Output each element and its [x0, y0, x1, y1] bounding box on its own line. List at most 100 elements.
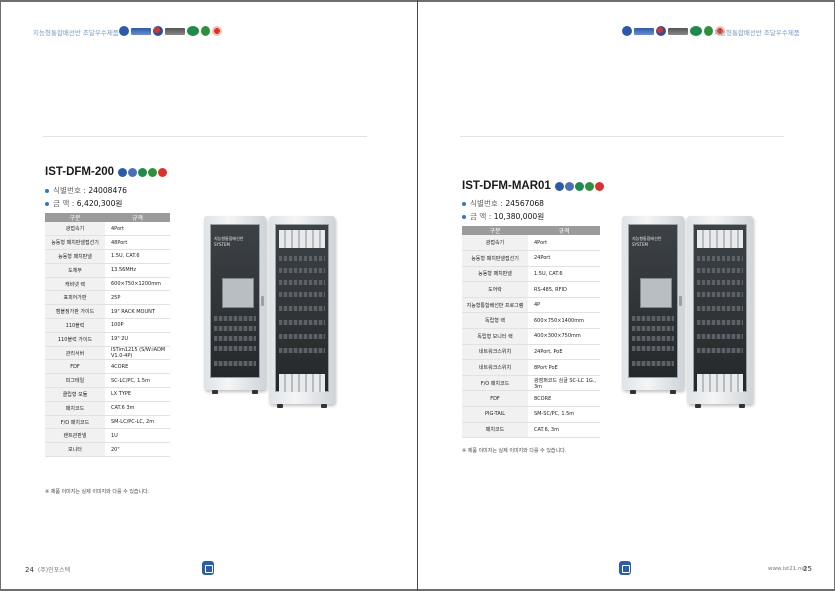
certification-logos — [119, 26, 222, 36]
spec-value: 100P — [105, 318, 170, 333]
cabinet-rack-slot — [632, 316, 674, 321]
price: 금 액 : 6,420,300원 — [45, 198, 122, 209]
cabinet-rack-slot — [697, 268, 743, 273]
spec-key: 도어락 — [462, 281, 528, 298]
cabinet-rack-slot — [214, 361, 256, 366]
spec-row: 독립형 모니터 랙 400×300×750mm — [462, 328, 600, 345]
spec-row: 패치코드 CAT.6, 3m — [462, 422, 600, 439]
door-handle-icon — [261, 296, 264, 306]
spec-row: 능동형 패치판넬 1.5U, CAT.6 — [462, 266, 600, 283]
cabinet-foot — [630, 390, 636, 394]
spec-value: 1U — [105, 428, 170, 444]
eco-logo-icon — [201, 26, 210, 36]
spec-key: 클립형 모듈 — [45, 387, 105, 402]
spec-key: 패치코드 — [45, 401, 105, 416]
header-brand-text: 지능형통합배선반 조달우수제품 — [33, 29, 119, 37]
spec-value: 19" 2U — [105, 332, 170, 347]
spec-row: 모니터 20" — [45, 442, 170, 458]
bullet-icon — [462, 201, 466, 206]
cabinet-patch-panel — [697, 230, 743, 248]
cabinet-rack-slot — [279, 292, 325, 297]
spec-key: 모니터 — [45, 442, 105, 458]
cabinet-illustration-side — [687, 216, 753, 408]
spec-key: 피그테일 — [45, 373, 105, 389]
cabinet-rack-slot — [697, 292, 743, 297]
spec-row: 지능형통합배선반 프로그램 4P — [462, 297, 600, 314]
spec-table-header: 구분 규격 — [45, 213, 170, 222]
spec-value: 4CORE — [105, 359, 170, 375]
column-header: 규격 — [528, 226, 600, 235]
cabinet-rack-slot — [697, 280, 743, 285]
product-cert-icons — [118, 167, 168, 177]
spec-row: 능동형 패치판넬 1.5U, CAT.6 — [45, 249, 170, 264]
spec-value: LX TYPE — [105, 387, 170, 402]
cert-badge-icon — [554, 181, 564, 191]
spec-key: 광접속기 — [462, 235, 528, 252]
spec-value: SM-SC/PC, 1.5m — [528, 406, 600, 423]
cabinet-foot — [252, 390, 258, 394]
spec-row: 광접속기 4Port — [462, 235, 600, 252]
id-label: 식별번호 : — [53, 186, 86, 195]
column-header: 규격 — [105, 213, 170, 222]
spec-value: 24Port, PoE — [528, 344, 600, 361]
spec-key: 관리서버 — [45, 346, 105, 361]
id-value: 24567068 — [505, 199, 544, 208]
product-name: IST-DFM-200 — [45, 166, 115, 178]
spec-key: F/O 패치코드 — [45, 415, 105, 430]
spec-key: 네트워크스위치 — [462, 344, 528, 361]
spec-row: 110블럭 100P — [45, 318, 170, 333]
cabinet-rack-slot — [279, 268, 325, 273]
spec-value: RS-485, RFID — [528, 281, 600, 298]
left-page: 지능형통합배선반 조달우수제품 IST-DFM-200 식별번호 : 24008… — [1, 2, 417, 589]
cabinet-rack-slot — [632, 326, 674, 331]
cabinet-foot — [321, 404, 327, 408]
company-logo-icon — [202, 561, 214, 575]
cabinet-rack-slot — [632, 336, 674, 341]
spec-value: 20" — [105, 442, 170, 458]
identification-number: 식별번호 : 24008476 — [45, 185, 127, 196]
cabinet-rack-slot — [279, 306, 325, 311]
cert-badge-icon — [158, 167, 168, 177]
id-value: 24008476 — [88, 186, 127, 195]
spec-row: FDF 4CORE — [45, 359, 170, 375]
cabinet-rack-slot — [632, 346, 674, 351]
cabinet-patch-panel — [279, 230, 325, 248]
spec-value: 8Port PoE — [528, 359, 600, 376]
spec-row: 광접속기 4Port — [45, 222, 170, 237]
certification-logo-icon — [622, 26, 632, 36]
certification-logos — [622, 26, 725, 36]
cabinet-rack-slot — [279, 320, 325, 325]
spec-key: 표피어가판 — [45, 290, 105, 306]
spec-key: 네트워크스위치 — [462, 359, 528, 376]
korea-government-logo-icon — [153, 26, 163, 36]
certification-mark-icon — [668, 27, 688, 35]
spec-row: PIG-TAIL SM-SC/PC, 1.5m — [462, 406, 600, 423]
spec-key: 캠블정가판 가이드 — [45, 304, 105, 320]
cabinet-rack-slot — [279, 256, 325, 261]
spec-row: 랜트관판넬 1U — [45, 428, 170, 444]
spec-key: FDF — [462, 390, 528, 408]
spec-row: FDF 8CORE — [462, 390, 600, 408]
spec-value: 48Port — [105, 235, 170, 251]
cabinet-foot — [277, 404, 283, 408]
spec-key: 능동형 패치판넬접선기 — [462, 250, 528, 267]
spec-key: 능동형 패치판넬 — [45, 249, 105, 264]
spec-row: 표피어가판 25P — [45, 290, 170, 306]
spec-key: 지능형통합배선반 프로그램 — [462, 297, 528, 314]
spec-key: PIG-TAIL — [462, 406, 528, 423]
price-value: 10,380,000원 — [493, 212, 545, 221]
cabinet-label: 지능형통합배선반 SYSTEM — [214, 236, 243, 247]
spec-value: 광점퍼코드 심글 SC-LC 1G., 3m — [528, 375, 600, 392]
spec-value: CAT.6 3m — [105, 401, 170, 416]
spec-row: 도어락 RS-485, RFID — [462, 281, 600, 298]
spec-value: 8CORE — [528, 390, 600, 408]
page-number: 24 (주)인포스텍 — [25, 565, 70, 574]
spec-table: 구분 규격 광접속기 4Port 능동형 패치판넬접선기 24Port 능동형 패치판넬… — [462, 226, 600, 439]
spec-value: 1.5U, CAT.6 — [528, 266, 600, 283]
spec-key: FDF — [45, 359, 105, 375]
divider — [460, 136, 784, 137]
cabinet-rack-slot — [279, 280, 325, 285]
spec-value: 400×300×750mm — [528, 328, 600, 345]
certification-logo-icon — [119, 26, 129, 36]
spec-key: 광접속기 — [45, 222, 105, 237]
